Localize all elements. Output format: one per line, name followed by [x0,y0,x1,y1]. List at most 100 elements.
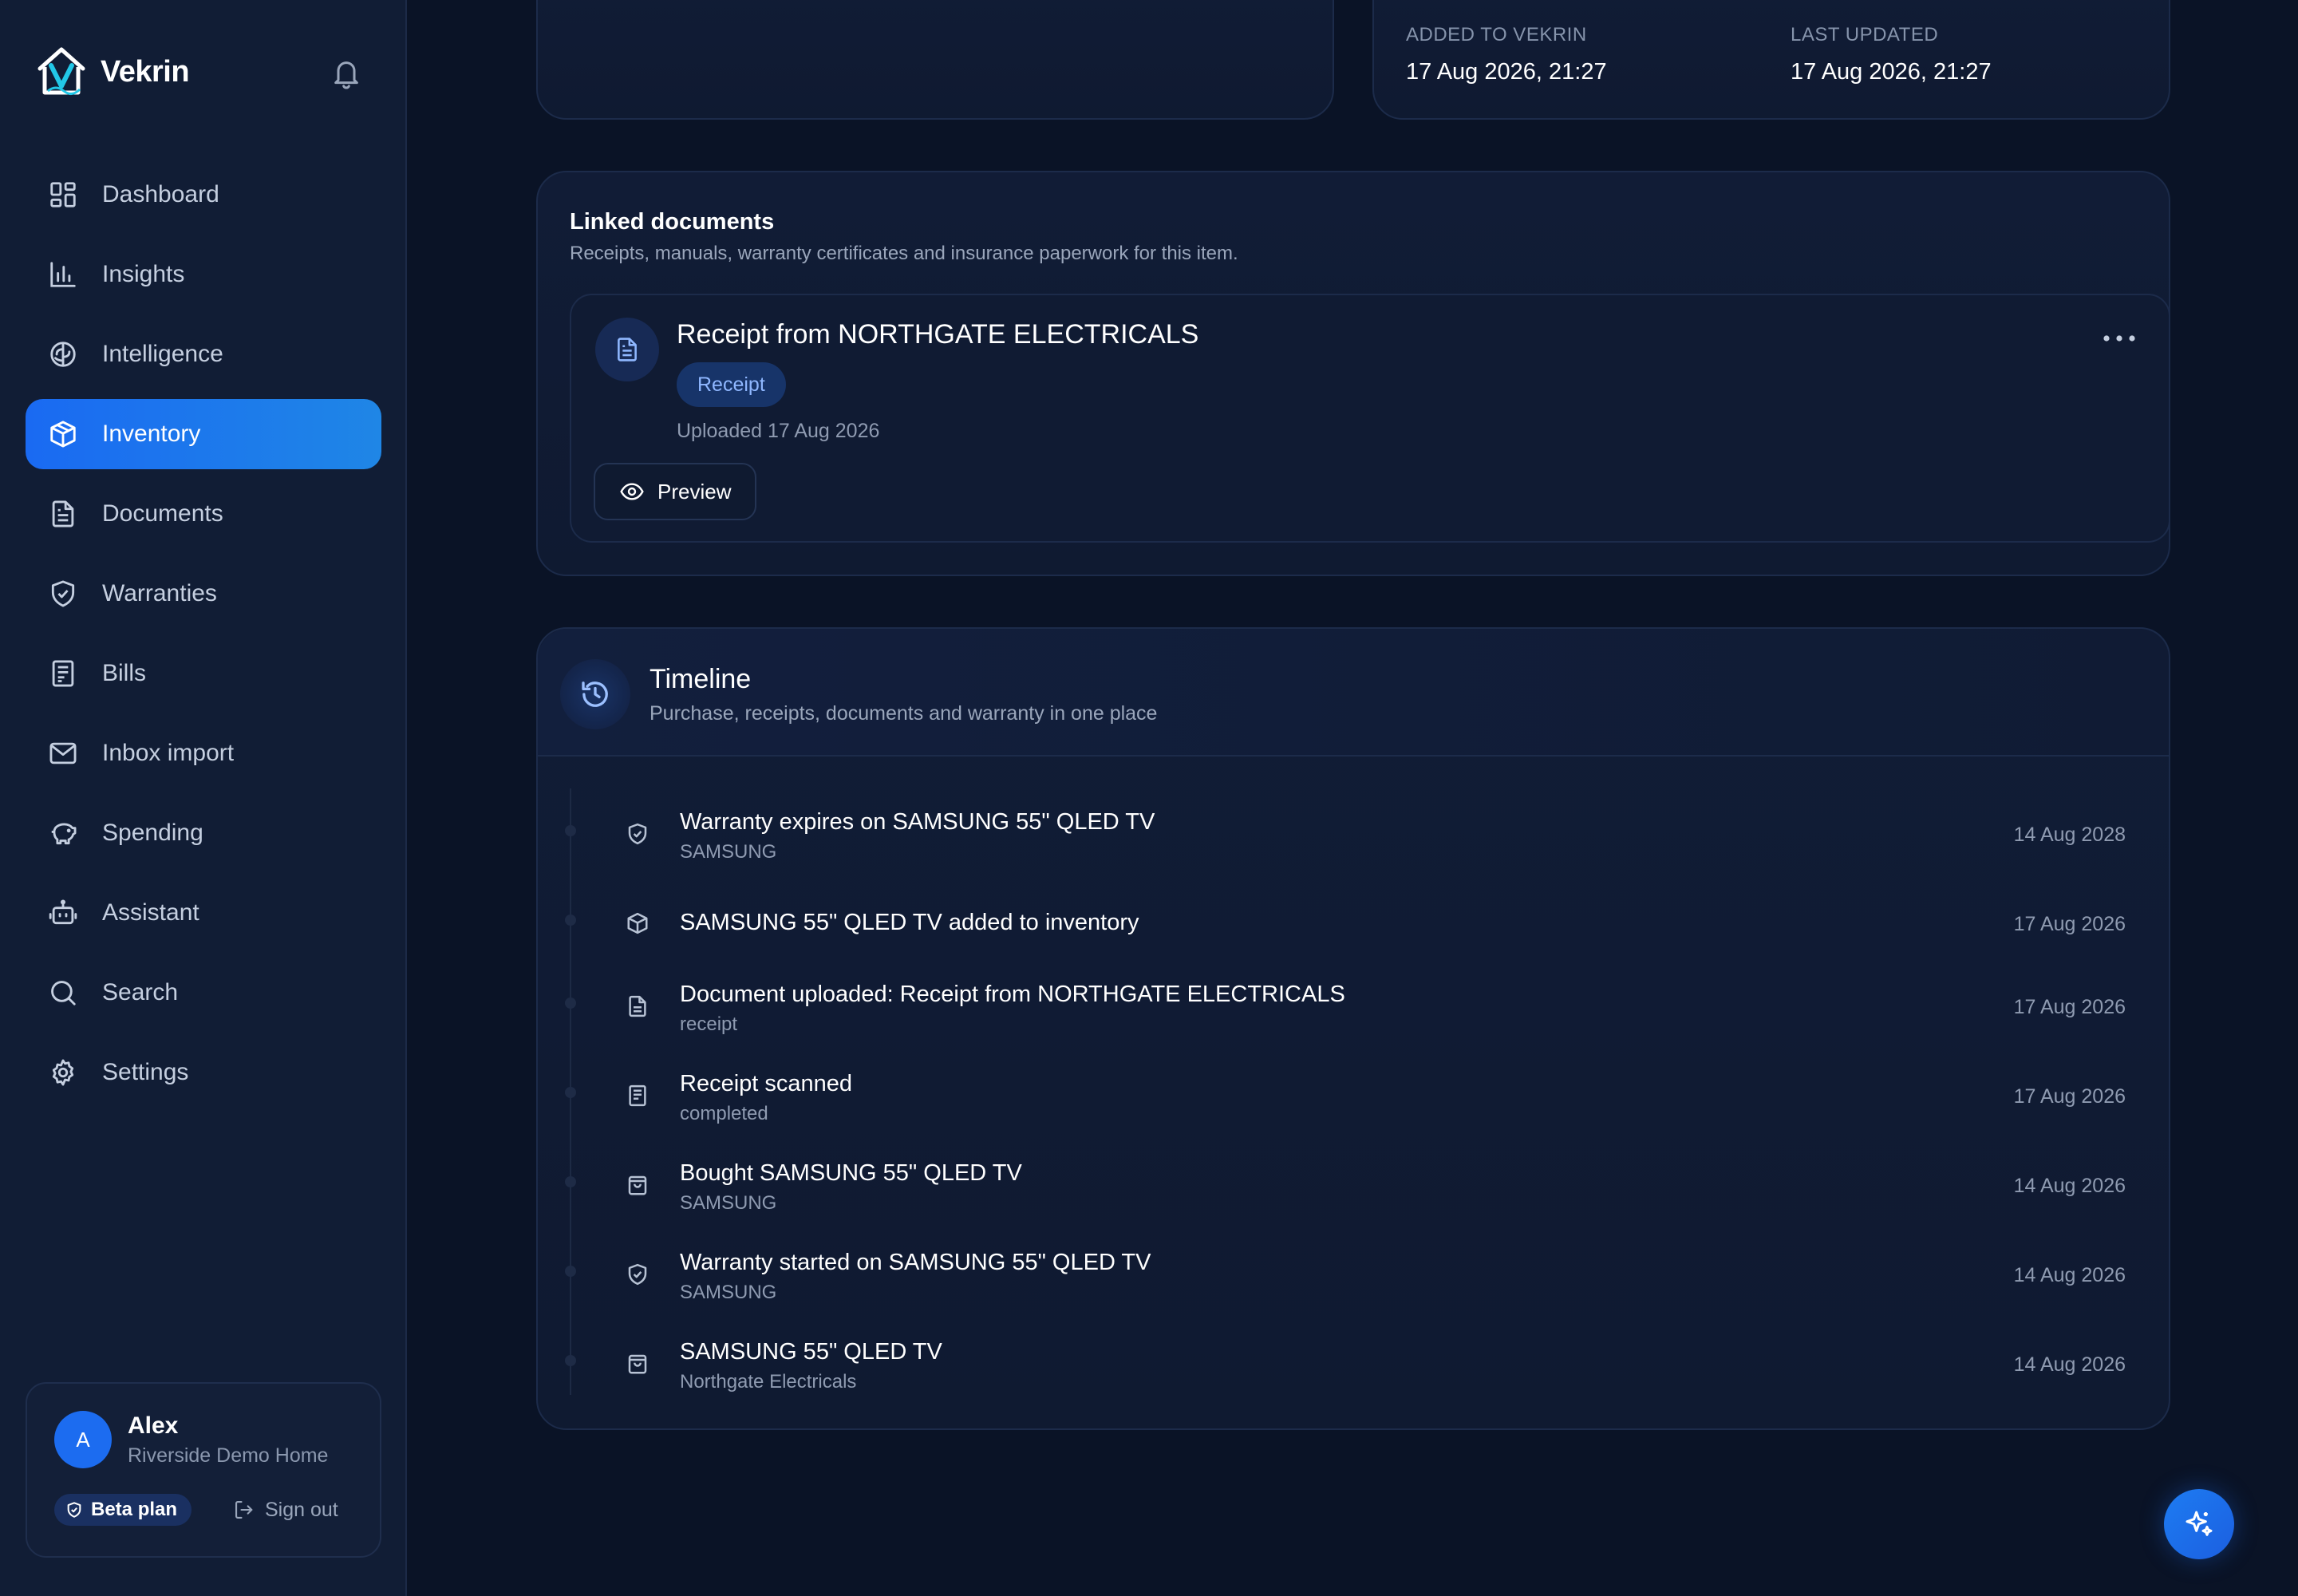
preview-button[interactable]: Preview [594,463,757,520]
dashboard-icon [50,182,76,207]
timeline-event: Warranty started on SAMSUNG 55" QLED TV … [538,1240,2169,1320]
box-icon [50,421,76,448]
sparkle-icon [2185,1511,2213,1536]
sidebar-item-bills[interactable]: Bills [26,638,381,709]
brand[interactable]: Vekrin [37,46,190,97]
timeline-dot [565,998,576,1009]
document-icon [618,338,637,361]
timeline-dot [565,915,576,926]
timeline-dot [565,1087,576,1098]
chart-bars-icon [50,262,76,287]
preview-label: Preview [657,479,732,504]
sidebar-item-settings[interactable]: Settings [26,1037,381,1108]
gear-icon [52,1059,74,1086]
bill-icon [52,660,74,687]
timeline-event: Receipt scanned completed 17 Aug 2026 [538,1061,2169,1141]
sidebar-item-label: Spending [102,820,203,846]
document-type-badge: Receipt [677,362,786,407]
bell-icon[interactable] [330,56,362,91]
assistant-fab-button[interactable] [2164,1489,2234,1559]
shield-icon [628,823,647,845]
timeline-event-date: 14 Aug 2028 [2013,824,2126,846]
timeline-event: Warranty expires on SAMSUNG 55" QLED TV … [538,800,2169,879]
document-title[interactable]: Receipt from NORTHGATE ELECTRICALS [677,319,1198,350]
timeline-subtitle: Purchase, receipts, documents and warran… [650,702,1158,725]
timeline-event-title: Bought SAMSUNG 55" QLED TV [680,1160,1022,1186]
timeline-event-date: 17 Aug 2026 [2013,913,2126,935]
sidebar-item-label: Inventory [102,421,201,447]
history-icon [582,681,608,707]
linked-documents-subtitle: Receipts, manuals, warranty certificates… [570,243,1238,264]
sidebar-item-label: Bills [102,660,147,686]
sidebar-item-warranties[interactable]: Warranties [26,559,381,629]
main-nav: Dashboard Insights Intelligence Inventor… [26,160,381,1117]
plan-label: Beta plan [91,1499,178,1520]
shield-icon [628,1263,647,1286]
updated-value: 17 Aug 2026, 21:27 [1791,59,1992,85]
sidebar-item-intelligence[interactable]: Intelligence [26,319,381,389]
sidebar-item-label: Intelligence [102,341,223,367]
added-label: ADDED TO VEKRIN [1406,24,1587,45]
linked-documents-title: Linked documents [570,209,775,235]
timeline-event-date: 14 Aug 2026 [2013,1264,2126,1286]
timeline-event-title: SAMSUNG 55" QLED TV added to inventory [680,910,1139,935]
sign-out-label: Sign out [265,1498,338,1521]
brand-name: Vekrin [101,54,190,89]
plan-badge[interactable]: Beta plan [54,1494,192,1526]
timeline-event-detail: SAMSUNG [680,841,777,863]
added-value: 17 Aug 2026, 21:27 [1406,59,1607,85]
eye-icon [620,483,644,500]
timeline-header: Timeline Purchase, receipts, documents a… [538,629,2169,757]
sidebar-item-dashboard[interactable]: Dashboard [26,160,381,230]
timeline-event-title: SAMSUNG 55" QLED TV [680,1339,942,1365]
sidebar-item-label: Dashboard [102,181,219,207]
vekrin-logo-icon [38,47,85,95]
document-upload-date: Uploaded 17 Aug 2026 [677,420,880,442]
sidebar-item-inventory[interactable]: Inventory [26,399,381,469]
sidebar-item-assistant[interactable]: Assistant [26,878,381,948]
timeline-event: SAMSUNG 55" QLED TV added to inventory 1… [538,889,2169,969]
timeline-event-title: Warranty started on SAMSUNG 55" QLED TV [680,1250,1151,1275]
timeline-title: Timeline [650,664,752,694]
doc-icon-wrap [595,318,659,381]
timeline-card: Timeline Purchase, receipts, documents a… [536,627,2170,1430]
item-image-card [536,0,1334,120]
avatar[interactable]: A [54,1411,112,1468]
sidebar-item-label: Inbox import [102,740,235,766]
shield-icon [51,580,75,607]
timeline-event-detail: receipt [680,1013,738,1035]
document-item[interactable]: Receipt from NORTHGATE ELECTRICALS Recei… [570,294,2170,543]
user-name: Alex [128,1412,179,1439]
shopping-bag-icon [628,1354,647,1374]
receipt-icon [629,1084,646,1107]
mail-icon [49,742,77,764]
shield-icon [67,1502,81,1518]
linked-documents-card: Linked documents Receipts, manuals, warr… [536,171,2170,576]
document-icon [629,995,646,1017]
more-options-icon[interactable] [2102,330,2137,346]
sidebar-item-label: Assistant [102,899,199,926]
sidebar-item-insights[interactable]: Insights [26,239,381,310]
sidebar-item-search[interactable]: Search [26,958,381,1028]
sidebar-item-label: Settings [102,1059,189,1085]
history-icon-wrap [560,659,630,729]
sidebar-item-inbox-import[interactable]: Inbox import [26,718,381,788]
shopping-bag-icon [628,1175,647,1195]
document-icon [52,500,74,527]
robot-icon [49,899,77,925]
timeline-dot [565,1355,576,1366]
timeline-event-date: 17 Aug 2026 [2013,996,2126,1018]
piggy-bank-icon [51,823,77,845]
timeline-event: SAMSUNG 55" QLED TV Northgate Electrical… [538,1329,2169,1409]
timeline-event-detail: SAMSUNG [680,1282,777,1303]
sign-out-icon [235,1501,253,1519]
timeline-event-title: Document uploaded: Receipt from NORTHGAT… [680,982,1345,1007]
timeline-event-detail: completed [680,1103,768,1124]
timeline-dot [565,825,576,836]
sidebar-item-label: Documents [102,500,223,527]
timeline-dot [565,1176,576,1187]
sign-out-button[interactable]: Sign out [233,1494,338,1526]
sidebar-item-spending[interactable]: Spending [26,798,381,868]
sidebar-item-label: Search [102,979,179,1005]
sidebar-item-documents[interactable]: Documents [26,479,381,549]
